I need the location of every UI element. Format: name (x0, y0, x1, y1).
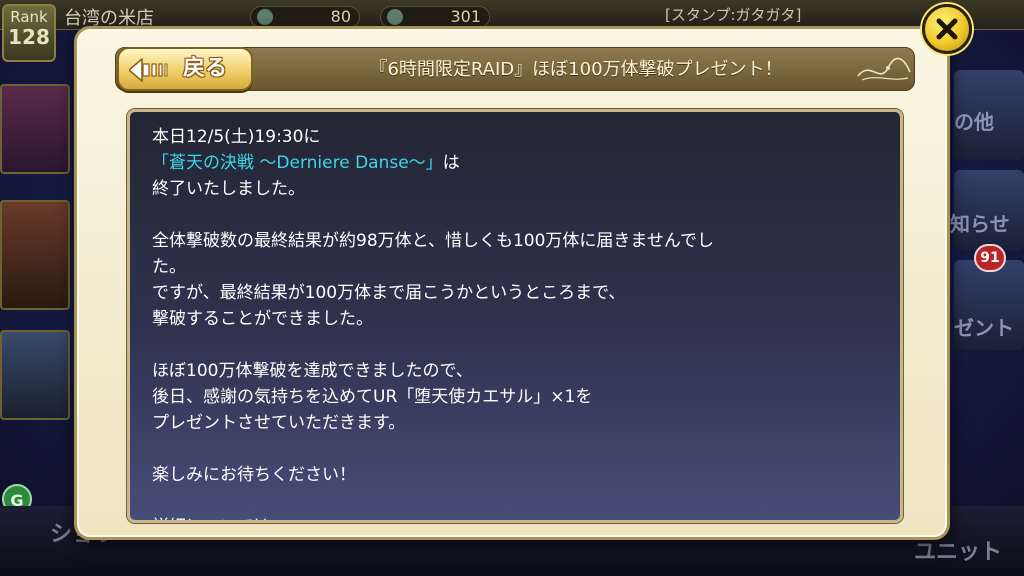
present-count-badge: 91 (974, 244, 1006, 272)
text-line-2: 「蒼天の決戦 〜Derniere Danse〜」は (152, 150, 892, 176)
stat-value-1: 80 (330, 7, 351, 26)
text-line-2-suffix: は (442, 153, 460, 173)
text-line-3: 終了いたしました。 (152, 179, 305, 199)
text-spacer (152, 488, 892, 514)
event-name-highlight: 「蒼天の決戦 〜Derniere Danse〜」 (152, 153, 443, 173)
side-banner-3 (0, 330, 70, 420)
text-line-1: 本日12/5(土)19:30に (152, 127, 321, 147)
stat-counter-1: 80 (250, 6, 360, 28)
dialog-title: 『6時間限定RAID』ほぼ100万体撃破プレゼント！ (369, 59, 783, 80)
announcement-dialog: 『6時間限定RAID』ほぼ100万体撃破プレゼント！ 戻る 本日12/5(土)1… (74, 26, 950, 540)
rank-label: Rank (10, 8, 48, 26)
side-banner-2 (0, 200, 70, 310)
side-text-news: 知らせ (950, 212, 1010, 236)
text-line-6: ですが、最終結果が100万体まで届こうかというところまで、 (152, 283, 626, 303)
text-line-8: ほぼ100万体撃破を達成できましたので、 (152, 361, 473, 381)
stamp-label: [スタンプ:ガタガタ] (665, 6, 802, 24)
gem-icon (257, 9, 273, 25)
text-line-9: 後日、感謝の気持ちを込めてUR「堕天使カエサル」×1を (152, 387, 593, 407)
back-button-label: 戻る (183, 56, 228, 81)
flourish-ornament-icon (857, 57, 911, 81)
text-line-11: 楽しみにお待ちください！ (152, 465, 356, 485)
side-text-present: ゼント (954, 316, 1014, 340)
stat-value-2: 301 (450, 7, 481, 26)
text-line-7: 撃破することができました。 (152, 309, 373, 329)
side-banner-1 (0, 84, 70, 174)
close-button[interactable] (922, 4, 972, 54)
text-line-4: 全体撃破数の最終結果が約98万体と、惜しくも100万体に届きませんでし (152, 231, 715, 251)
close-icon (936, 18, 958, 40)
text-spacer (152, 436, 892, 462)
left-arrow-icon (129, 58, 168, 82)
rank-value: 128 (8, 25, 50, 49)
text-spacer (152, 202, 892, 228)
rank-badge: Rank 128 (2, 4, 56, 62)
back-button[interactable]: 戻る (117, 47, 253, 91)
crystal-icon (387, 9, 403, 25)
announcement-body[interactable]: 本日12/5(土)19:30に 「蒼天の決戦 〜Derniere Danse〜」… (127, 109, 903, 523)
stat-counter-2: 301 (380, 6, 490, 28)
text-line-10: プレゼントさせていただきます。 (152, 413, 406, 433)
announcement-text: 本日12/5(土)19:30に 「蒼天の決戦 〜Derniere Danse〜」… (152, 124, 892, 520)
text-line-5: た。 (152, 257, 186, 277)
side-text-other: の他 (954, 110, 994, 134)
text-line-12: 詳細については、 (152, 514, 892, 520)
text-spacer (152, 332, 892, 358)
